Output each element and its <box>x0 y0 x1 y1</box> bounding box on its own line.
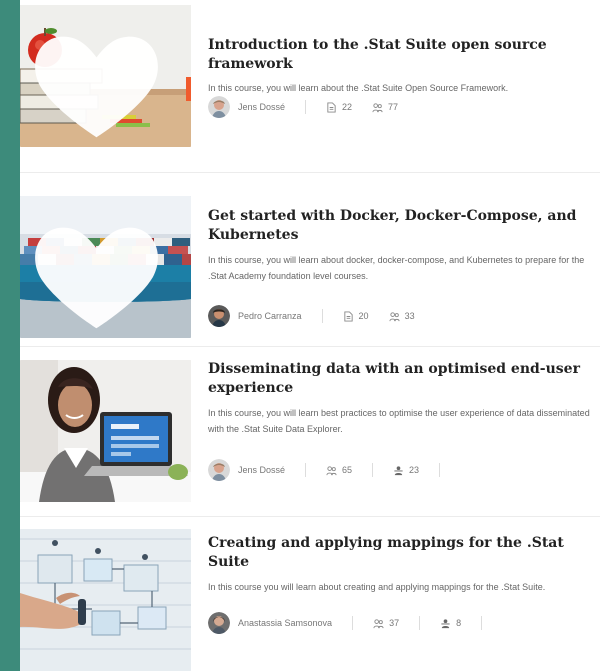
users-icon <box>389 311 400 321</box>
course-info: Introduction to the .Stat Suite open sou… <box>208 5 598 118</box>
lessons-count: 22 <box>326 101 352 113</box>
card-divider <box>20 346 600 347</box>
course-title[interactable]: Get started with Docker, Docker-Compose,… <box>208 207 598 245</box>
students-count: 77 <box>372 102 398 113</box>
course-info: Creating and applying mappings for the .… <box>208 529 598 634</box>
author-name[interactable]: Jens Dossé <box>238 102 285 112</box>
course-thumbnail[interactable] <box>20 5 191 147</box>
heart-icon[interactable] <box>20 204 182 338</box>
author-avatar[interactable] <box>208 96 230 118</box>
author-avatar[interactable] <box>208 305 230 327</box>
card-divider <box>20 516 600 517</box>
course-thumbnail[interactable] <box>20 196 191 338</box>
course-meta: Anastassia Samsonova 37 8 <box>208 611 502 635</box>
course-description: In this course, you will learn about the… <box>208 83 509 93</box>
author-name[interactable]: Jens Dossé <box>238 465 285 475</box>
course-meta: Jens Dossé 65 23 <box>208 458 460 482</box>
course-info: Disseminating data with an optimised end… <box>208 360 598 481</box>
mapping-board-image <box>20 529 191 671</box>
meta-divider <box>439 463 441 477</box>
course-list-page: Introduction to the .Stat Suite open sou… <box>0 0 605 671</box>
document-icon <box>343 310 353 322</box>
course-info: Get started with Docker, Docker-Compose,… <box>208 196 598 327</box>
heart-icon[interactable] <box>20 13 182 147</box>
course-card[interactable]: Creating and applying mappings for the .… <box>20 529 600 671</box>
woman-laptop-image <box>20 360 191 502</box>
author-avatar[interactable] <box>208 612 230 634</box>
course-card[interactable]: Get started with Docker, Docker-Compose,… <box>20 196 600 338</box>
author-name[interactable]: Pedro Carranza <box>238 311 302 321</box>
course-description: In this course, you will learn about doc… <box>208 255 585 281</box>
course-card[interactable]: Disseminating data with an optimised end… <box>20 360 600 502</box>
card-divider <box>20 172 600 173</box>
teachers-count: 8 <box>440 618 461 629</box>
left-accent-rail <box>0 0 20 671</box>
course-thumbnail[interactable] <box>20 360 191 502</box>
course-meta: Pedro Carranza 20 33 <box>208 304 435 328</box>
course-thumbnail[interactable] <box>20 529 191 671</box>
teacher-icon <box>441 618 450 628</box>
course-title[interactable]: Creating and applying mappings for the .… <box>208 534 598 572</box>
meta-divider <box>481 616 483 630</box>
teacher-icon <box>394 465 403 475</box>
teachers-count: 23 <box>393 465 419 476</box>
meta-divider <box>372 463 374 477</box>
students-count: 65 <box>326 465 352 476</box>
meta-divider <box>305 463 307 477</box>
meta-divider <box>419 616 421 630</box>
users-icon <box>372 102 383 112</box>
course-meta: Jens Dossé 22 77 <box>208 95 418 119</box>
students-count: 33 <box>389 311 415 322</box>
lessons-count: 20 <box>343 310 369 322</box>
course-title[interactable]: Introduction to the .Stat Suite open sou… <box>208 36 598 74</box>
users-icon <box>373 618 384 628</box>
students-count: 37 <box>373 618 399 629</box>
course-card[interactable]: Introduction to the .Stat Suite open sou… <box>20 5 600 147</box>
document-icon <box>327 101 336 113</box>
users-icon <box>326 465 337 475</box>
course-description: In this course, you will learn best prac… <box>208 408 590 434</box>
meta-divider <box>352 616 354 630</box>
meta-divider <box>305 100 307 114</box>
author-avatar[interactable] <box>208 459 230 481</box>
course-title[interactable]: Disseminating data with an optimised end… <box>208 360 598 398</box>
course-description: In this course you will learn about crea… <box>208 582 546 592</box>
author-name[interactable]: Anastassia Samsonova <box>238 618 332 628</box>
meta-divider <box>321 309 323 323</box>
